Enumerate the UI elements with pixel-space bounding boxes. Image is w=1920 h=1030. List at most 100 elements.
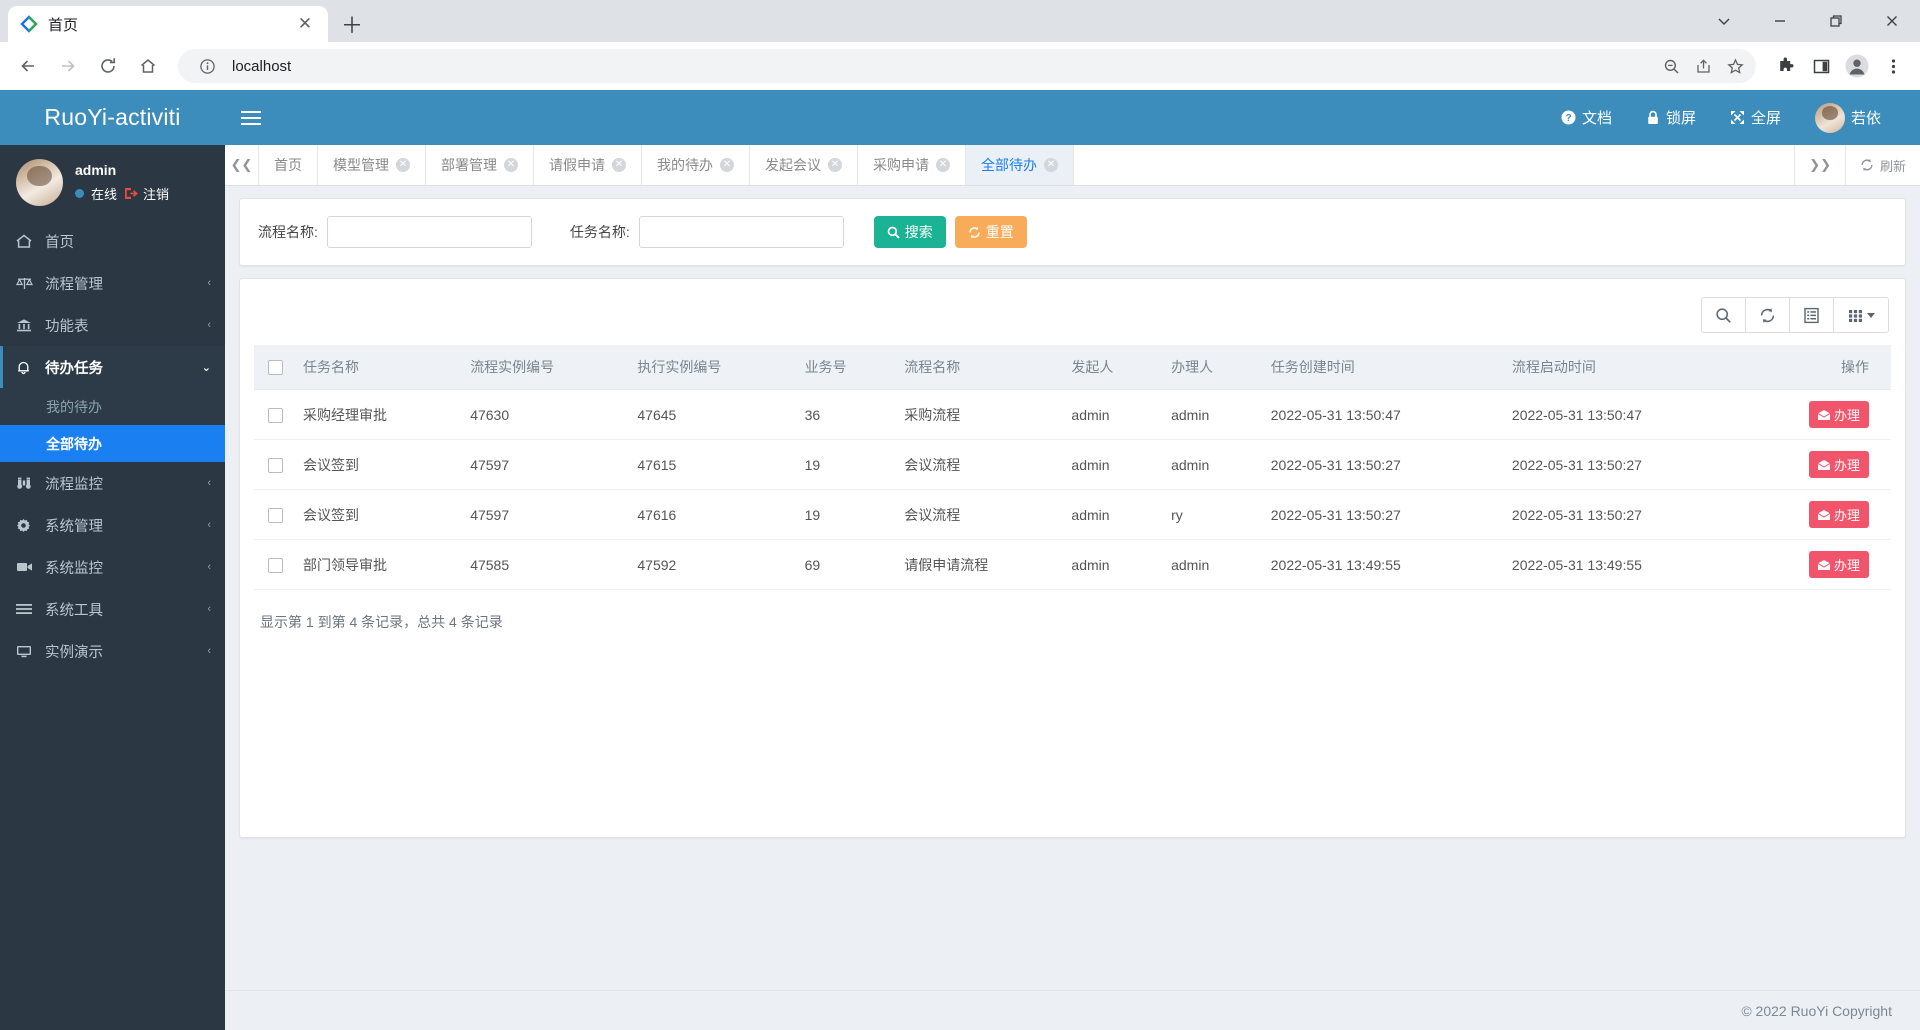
- cell-task-name: 会议签到: [293, 489, 461, 540]
- tab-deploy-management-label: 部署管理: [441, 157, 497, 173]
- bell-icon: [16, 360, 36, 375]
- plus-icon[interactable]: ＋: [336, 8, 368, 40]
- reload-icon[interactable]: [90, 48, 126, 84]
- sidebar-item-my-todo[interactable]: 我的待办: [0, 388, 225, 425]
- table-row[interactable]: 采购经理审批 47630 47645 36 采购流程 admin admin 2…: [254, 389, 1891, 440]
- extensions-puzzle-icon[interactable]: [1768, 49, 1802, 83]
- share-icon[interactable]: [1688, 51, 1718, 81]
- navbar-item-user[interactable]: 若依: [1798, 90, 1898, 145]
- sidebar-item-process-monitor[interactable]: 流程监控 ‹: [0, 462, 225, 504]
- row-select-cell[interactable]: [254, 489, 293, 540]
- star-icon[interactable]: [1720, 51, 1750, 81]
- tab-purchase-request[interactable]: 采购申请 ✕: [858, 145, 966, 185]
- handle-task-button[interactable]: 办理: [1808, 401, 1869, 428]
- col-process-name[interactable]: 流程名称: [894, 345, 1062, 390]
- tab-search-chevron-icon[interactable]: [1696, 0, 1752, 42]
- search-button[interactable]: 搜索: [873, 216, 946, 248]
- close-icon[interactable]: ✕: [612, 158, 626, 172]
- table-search-button[interactable]: [1702, 298, 1746, 332]
- sidebar-item-system-tools[interactable]: 系统工具 ‹: [0, 588, 225, 630]
- close-icon[interactable]: ✕: [396, 158, 410, 172]
- address-bar[interactable]: localhost: [178, 49, 1756, 83]
- binoculars-icon: [16, 476, 36, 490]
- row-checkbox[interactable]: [268, 557, 283, 573]
- double-chevron-right-icon[interactable]: ❯❯: [1794, 145, 1845, 185]
- restore-icon[interactable]: [1808, 0, 1864, 42]
- handle-task-button[interactable]: 办理: [1808, 501, 1869, 528]
- close-icon[interactable]: ✕: [720, 158, 734, 172]
- sidebar-item-system-management[interactable]: 系统管理 ‹: [0, 504, 225, 546]
- row-select-cell[interactable]: [254, 389, 293, 440]
- arrow-right-icon[interactable]: [50, 48, 86, 84]
- row-select-cell[interactable]: [254, 539, 293, 590]
- minimize-icon[interactable]: [1752, 0, 1808, 42]
- zoom-out-icon[interactable]: [1656, 51, 1686, 81]
- table-row[interactable]: 会议签到 47597 47615 19 会议流程 admin admin 202…: [254, 439, 1891, 490]
- reset-button[interactable]: 重置: [954, 216, 1027, 248]
- tab-my-todo[interactable]: 我的待办 ✕: [642, 145, 750, 185]
- side-panel-icon[interactable]: [1804, 49, 1838, 83]
- row-checkbox[interactable]: [268, 457, 283, 473]
- close-icon[interactable]: ✕: [828, 158, 842, 172]
- process-name-input[interactable]: [326, 216, 532, 248]
- tab-all-todo[interactable]: 全部待办 ✕: [966, 145, 1074, 185]
- col-execution-instance-id[interactable]: 执行实例编号: [627, 345, 795, 390]
- table-row[interactable]: 部门领导审批 47585 47592 69 请假申请流程 admin admin…: [254, 539, 1891, 590]
- app-logo[interactable]: RuoYi-activiti: [0, 90, 225, 145]
- sidebar-item-all-todo[interactable]: 全部待办: [0, 425, 225, 462]
- close-icon[interactable]: ✕: [1044, 158, 1058, 172]
- col-process-instance-id[interactable]: 流程实例编号: [460, 345, 628, 390]
- handle-task-button[interactable]: 办理: [1808, 551, 1869, 578]
- browser-tab[interactable]: 首页 ✕: [8, 6, 328, 42]
- tab-leave-request[interactable]: 请假申请 ✕: [534, 145, 642, 185]
- col-initiator[interactable]: 发起人: [1061, 345, 1162, 390]
- double-chevron-left-icon[interactable]: ❮❮: [225, 145, 259, 185]
- table-columns-button[interactable]: [1834, 298, 1888, 332]
- close-icon[interactable]: ✕: [504, 158, 518, 172]
- sidebar-item-home[interactable]: 首页: [0, 220, 225, 262]
- sidebar-item-system-monitor[interactable]: 系统监控 ‹: [0, 546, 225, 588]
- tab-home[interactable]: 首页: [259, 145, 318, 185]
- tab-start-meeting[interactable]: 发起会议 ✕: [750, 145, 858, 185]
- col-task-name[interactable]: 任务名称: [293, 345, 461, 390]
- task-name-input[interactable]: [638, 216, 844, 248]
- row-checkbox[interactable]: [268, 507, 283, 523]
- sidebar-item-function-table[interactable]: 功能表 ‹: [0, 304, 225, 346]
- navbar-item-fullscreen[interactable]: 全屏: [1713, 90, 1798, 145]
- table-view-toggle-button[interactable]: [1790, 298, 1834, 332]
- close-icon[interactable]: ✕: [294, 13, 316, 35]
- table-row[interactable]: 会议签到 47597 47616 19 会议流程 admin ry 2022-0…: [254, 489, 1891, 540]
- navbar-item-doc[interactable]: ? 文档: [1544, 90, 1629, 145]
- table-refresh-button[interactable]: [1746, 298, 1790, 332]
- close-icon[interactable]: ✕: [936, 158, 950, 172]
- refresh-page-button[interactable]: 刷新: [1844, 145, 1920, 185]
- reset-button-label: 重置: [985, 224, 1014, 240]
- col-assignee[interactable]: 办理人: [1161, 345, 1261, 390]
- navbar-item-lockscreen[interactable]: 锁屏: [1629, 90, 1713, 145]
- cell-assignee: admin: [1161, 389, 1261, 440]
- close-window-icon[interactable]: [1864, 0, 1920, 42]
- row-checkbox[interactable]: [268, 407, 283, 423]
- col-task-create-time[interactable]: 任务创建时间: [1260, 345, 1502, 390]
- col-business-no[interactable]: 业务号: [794, 345, 895, 390]
- profile-avatar-icon[interactable]: [1840, 49, 1874, 83]
- sidebar: admin 在线 注销 首页 流程管理 ‹ 功能表 ‹ 待办任务 ⌄ 我的待办 …: [0, 145, 225, 1030]
- content-tab-list: 首页 模型管理 ✕ 部署管理 ✕ 请假申请 ✕ 我的待办 ✕ 发起会议 ✕ 采购…: [259, 145, 1794, 185]
- handle-task-button[interactable]: 办理: [1808, 451, 1869, 478]
- tab-purchase-request-label: 采购申请: [873, 157, 929, 173]
- sidebar-item-demo[interactable]: 实例演示 ‹: [0, 630, 225, 672]
- row-select-cell[interactable]: [254, 439, 293, 490]
- arrow-left-icon[interactable]: [10, 48, 46, 84]
- select-all-checkbox[interactable]: [268, 360, 283, 376]
- sidebar-item-todo-tasks[interactable]: 待办任务 ⌄: [0, 346, 225, 388]
- three-dot-menu-icon[interactable]: [1876, 49, 1910, 83]
- sidebar-item-process-management[interactable]: 流程管理 ‹: [0, 262, 225, 304]
- envelope-open-icon: [1817, 409, 1830, 420]
- select-all-header[interactable]: [254, 345, 293, 390]
- col-process-start-time[interactable]: 流程启动时间: [1501, 345, 1744, 390]
- hamburger-menu-icon[interactable]: [225, 90, 277, 145]
- home-icon[interactable]: [130, 48, 166, 84]
- tab-deploy-management[interactable]: 部署管理 ✕: [426, 145, 534, 185]
- tab-model-management[interactable]: 模型管理 ✕: [318, 145, 426, 185]
- sidebar-logout-button[interactable]: 注销: [124, 184, 169, 203]
